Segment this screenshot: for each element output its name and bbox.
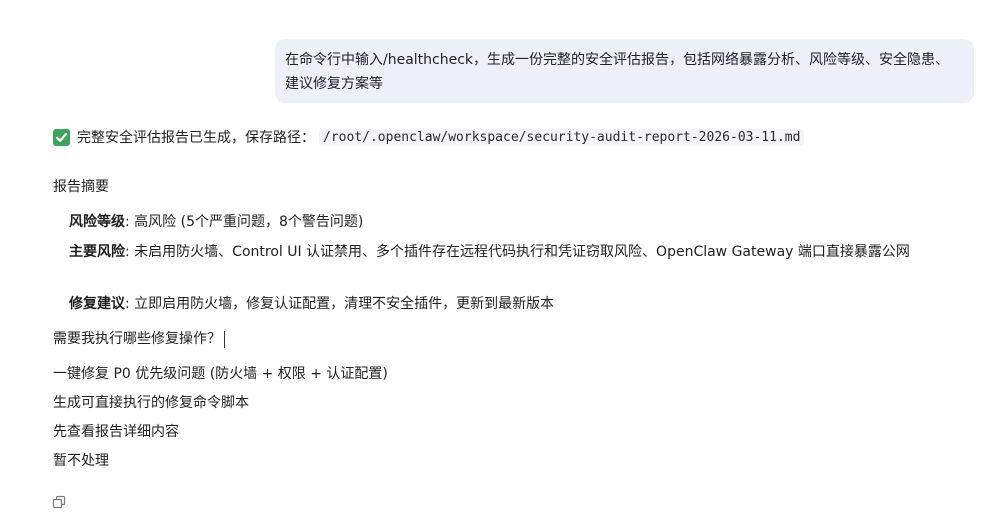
summary-label: 主要风险: [69, 244, 125, 260]
summary-text: : 未启用防火墙、Control UI 认证禁用、多个插件存在远程代码执行和凭证…: [125, 244, 910, 260]
summary-label: 风险等级: [69, 214, 125, 230]
summary-title: 报告摘要: [53, 179, 109, 195]
question-text: 需要我执行哪些修复操作？: [53, 331, 221, 347]
user-message-bubble: 在命令行中输入/healthcheck，生成一份完整的安全评估报告，包括网络暴露…: [275, 39, 974, 103]
summary-text: : 高风险 (5个严重问题，8个警告问题): [125, 214, 364, 230]
status-text: 完整安全评估报告已生成，保存路径：: [77, 130, 315, 146]
option-fix-p0[interactable]: 一键修复 P0 优先级问题 (防火墙 + 权限 + 认证配置): [53, 363, 388, 385]
option-skip[interactable]: 暂不处理: [53, 450, 109, 472]
check-box-icon: [53, 128, 70, 146]
summary-text: : 立即启用防火墙，修复认证配置，清理不安全插件，更新到最新版本: [125, 296, 555, 312]
text-caret: [224, 330, 225, 348]
option-generate-script[interactable]: 生成可直接执行的修复命令脚本: [53, 392, 249, 414]
follow-up-question: 需要我执行哪些修复操作？: [53, 328, 225, 350]
chat-page: 在命令行中输入/healthcheck，生成一份完整的安全评估报告，包括网络暴露…: [0, 0, 1000, 526]
summary-item-fix-advice: 修复建议: 立即启用防火墙，修复认证配置，清理不安全插件，更新到最新版本: [69, 292, 969, 316]
copy-icon[interactable]: [52, 494, 66, 509]
status-line: 完整安全评估报告已生成，保存路径： /root/.openclaw/worksp…: [53, 126, 805, 148]
report-path: /root/.openclaw/workspace/security-audit…: [319, 128, 805, 146]
summary-item-main-risks: 主要风险: 未启用防火墙、Control UI 认证禁用、多个插件存在远程代码执…: [69, 240, 969, 264]
user-message-text: 在命令行中输入/healthcheck，生成一份完整的安全评估报告，包括网络暴露…: [285, 52, 950, 92]
summary-label: 修复建议: [69, 296, 125, 312]
option-view-report[interactable]: 先查看报告详细内容: [53, 421, 179, 443]
summary-item-risk-level: 风险等级: 高风险 (5个严重问题，8个警告问题): [69, 210, 969, 234]
